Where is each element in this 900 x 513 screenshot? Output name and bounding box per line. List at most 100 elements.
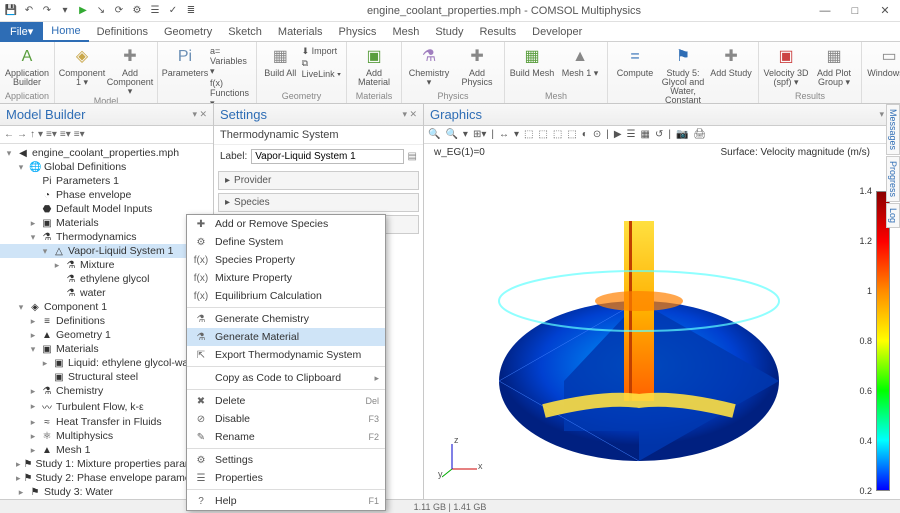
ribbon-velocity-3d-spf-[interactable]: ▣Velocity 3D (spf) ▾ <box>763 44 809 87</box>
tab-mesh[interactable]: Mesh <box>384 23 427 41</box>
tab-log[interactable]: Log <box>886 203 900 228</box>
tree-node[interactable]: ▸⚑Study 3: Water <box>0 485 213 499</box>
arrow-icon[interactable]: ↘ <box>94 4 108 18</box>
tab-physics[interactable]: Physics <box>331 23 385 41</box>
tab-study[interactable]: Study <box>427 23 471 41</box>
ribbon-build-mesh[interactable]: ▦Build Mesh <box>509 44 555 78</box>
tree-node[interactable]: ▣Structural steel <box>0 370 213 384</box>
model-builder-header: Model Builder▾ ✕ <box>0 104 213 126</box>
tab-results[interactable]: Results <box>471 23 524 41</box>
tree-node[interactable]: ▸⚑Study 1: Mixture properties parameteri… <box>0 457 213 471</box>
tree-node[interactable]: ▾🌐Global Definitions <box>0 160 213 174</box>
tree-node[interactable]: ▸▲Mesh 1 <box>0 443 213 457</box>
tree-node[interactable]: ▾▣Materials <box>0 342 213 356</box>
model-builder-toolbar[interactable]: ←→↑▾≡▾≡▾≡▾ <box>0 126 213 144</box>
zoom-in-icon: 🔍 <box>428 129 440 140</box>
tree-node[interactable]: ⚗ethylene glycol <box>0 272 213 286</box>
tree-node[interactable]: ▸〰Turbulent Flow, k-ε <box>0 398 213 415</box>
tab-home[interactable]: Home <box>43 22 88 42</box>
tree-node[interactable]: ▸≈Heat Transfer in Fluids <box>0 415 213 429</box>
tree-node[interactable]: ▸⚗Mixture <box>0 258 213 272</box>
tree-node[interactable]: ⚗water <box>0 286 213 300</box>
ribbon-tabs: File ▾ HomeDefinitionsGeometrySketchMate… <box>0 22 900 42</box>
db-icon[interactable]: ≣ <box>184 4 198 18</box>
tree-node[interactable]: ▸▣Liquid: ethylene glycol-water 1 <box>0 356 213 370</box>
ribbon-add-component-[interactable]: ✚Add Component ▾ <box>107 44 153 96</box>
tree-node[interactable]: ▾△Vapor-Liquid System 1 <box>0 244 213 258</box>
graphics-toolbar[interactable]: 🔍🔍 ▾⊞▾|↔▾ ⬚⬚⬚⬚◐⊙ |▶☰▦↺ |📷🖨 <box>424 126 900 144</box>
menu-mixture-property[interactable]: f(x)Mixture Property <box>187 269 385 287</box>
ribbon-add-plot-group-[interactable]: ▦Add Plot Group ▾ <box>811 44 857 87</box>
graphics-canvas[interactable]: 1.41.210.80.60.40.2 z x y <box>424 161 900 499</box>
tree-node[interactable]: ▾◈Component 1 <box>0 300 213 314</box>
context-menu[interactable]: ✚Add or Remove Species⚙Define Systemf(x)… <box>186 214 386 511</box>
section-provider[interactable]: ▸Provider <box>218 171 419 190</box>
tree-node[interactable]: ◔Phase envelope <box>0 188 213 202</box>
label-caption: Label: <box>220 151 247 162</box>
ribbon-mesh-1-[interactable]: ▲Mesh 1 ▾ <box>557 44 603 78</box>
menu-rename[interactable]: ✎RenameF2 <box>187 428 385 446</box>
label-input[interactable] <box>251 149 403 164</box>
menu-generate-material[interactable]: ⚗Generate Material <box>187 328 385 346</box>
refresh-icon[interactable]: ⟳ <box>112 4 126 18</box>
menu-equilibrium-calculation[interactable]: f(x)Equilibrium Calculation <box>187 287 385 305</box>
tree-node[interactable]: ▾◀engine_coolant_properties.mph <box>0 146 213 160</box>
ribbon-parameters[interactable]: PiParameters <box>162 44 208 78</box>
menu-disable[interactable]: ⊘DisableF3 <box>187 410 385 428</box>
model-tree[interactable]: ▾◀engine_coolant_properties.mph▾🌐Global … <box>0 144 213 499</box>
tree-node[interactable]: ▸≡Definitions <box>0 314 213 328</box>
down-icon[interactable]: ▾ <box>58 4 72 18</box>
ribbon-application-builder[interactable]: AApplication Builder <box>4 44 50 87</box>
menu-settings[interactable]: ⚙Settings <box>187 451 385 469</box>
menu-delete[interactable]: ✖DeleteDel <box>187 392 385 410</box>
tab-messages[interactable]: Messages <box>886 104 900 155</box>
tree-node[interactable]: ▸⚗Chemistry <box>0 384 213 398</box>
tree-node[interactable]: ▸⚑Study 2: Phase envelope parameterizati… <box>0 471 213 485</box>
tree-node[interactable]: PiParameters 1 <box>0 174 213 188</box>
menu-export-thermodynamic-system[interactable]: ⇱Export Thermodynamic System <box>187 346 385 364</box>
side-tabs[interactable]: Messages Progress Log <box>886 104 900 229</box>
list-icon[interactable]: ☰ <box>148 4 162 18</box>
tree-node[interactable]: ⬣Default Model Inputs <box>0 202 213 216</box>
minimize-button[interactable]: — <box>810 0 840 22</box>
play-icon[interactable]: ▶ <box>76 4 90 18</box>
save-icon[interactable]: 💾 <box>4 4 18 18</box>
settings-header: Settings▾ ✕ <box>214 104 423 126</box>
tree-node[interactable]: ▾⚗Thermodynamics <box>0 230 213 244</box>
menu-generate-chemistry[interactable]: ⚗Generate Chemistry <box>187 310 385 328</box>
tag-icon[interactable]: ▤ <box>408 151 417 162</box>
menu-species-property[interactable]: f(x)Species Property <box>187 251 385 269</box>
tab-progress[interactable]: Progress <box>886 156 900 202</box>
close-button[interactable]: ✕ <box>870 0 900 22</box>
check-icon[interactable]: ✓ <box>166 4 180 18</box>
tree-node[interactable]: ▸▣Materials <box>0 216 213 230</box>
ribbon-add-study[interactable]: ✚Add Study <box>708 44 754 78</box>
ribbon-study-5-glycol-and-water-constant-properties-[interactable]: ⚑Study 5: Glycol and Water, Constant Pro… <box>660 44 706 104</box>
undo-icon[interactable]: ↶ <box>22 4 36 18</box>
ribbon-chemistry-[interactable]: ⚗Chemistry ▾ <box>406 44 452 87</box>
maximize-button[interactable]: □ <box>840 0 870 22</box>
ribbon-build-all[interactable]: ▦Build All <box>261 44 300 78</box>
graphics-surface-label: Surface: Velocity magnitude (m/s) <box>720 147 870 158</box>
menu-copy-as-code-to-clipboard[interactable]: Copy as Code to Clipboard▸ <box>187 369 385 387</box>
tree-node[interactable]: ▸▲Geometry 1 <box>0 328 213 342</box>
tab-sketch[interactable]: Sketch <box>220 23 270 41</box>
menu-define-system[interactable]: ⚙Define System <box>187 233 385 251</box>
tab-materials[interactable]: Materials <box>270 23 331 41</box>
tab-geometry[interactable]: Geometry <box>156 23 220 41</box>
menu-add-or-remove-species[interactable]: ✚Add or Remove Species <box>187 215 385 233</box>
tab-developer[interactable]: Developer <box>524 23 590 41</box>
redo-icon[interactable]: ↷ <box>40 4 54 18</box>
ribbon-component-1-[interactable]: ◈Component 1 ▾ <box>59 44 105 87</box>
tab-definitions[interactable]: Definitions <box>89 23 156 41</box>
ribbon-add-material[interactable]: ▣Add Material <box>351 44 397 87</box>
ribbon-windows-[interactable]: ▭Windows ▾ <box>866 44 900 78</box>
file-menu[interactable]: File ▾ <box>0 22 43 42</box>
tree-node[interactable]: ▸⚛Multiphysics <box>0 429 213 443</box>
menu-properties[interactable]: ☰Properties <box>187 469 385 487</box>
section-species[interactable]: ▸Species <box>218 193 419 212</box>
ribbon-compute[interactable]: =Compute <box>612 44 658 78</box>
cog-icon[interactable]: ⚙ <box>130 4 144 18</box>
menu-help[interactable]: ?HelpF1 <box>187 492 385 510</box>
ribbon-add-physics[interactable]: ✚Add Physics <box>454 44 500 87</box>
